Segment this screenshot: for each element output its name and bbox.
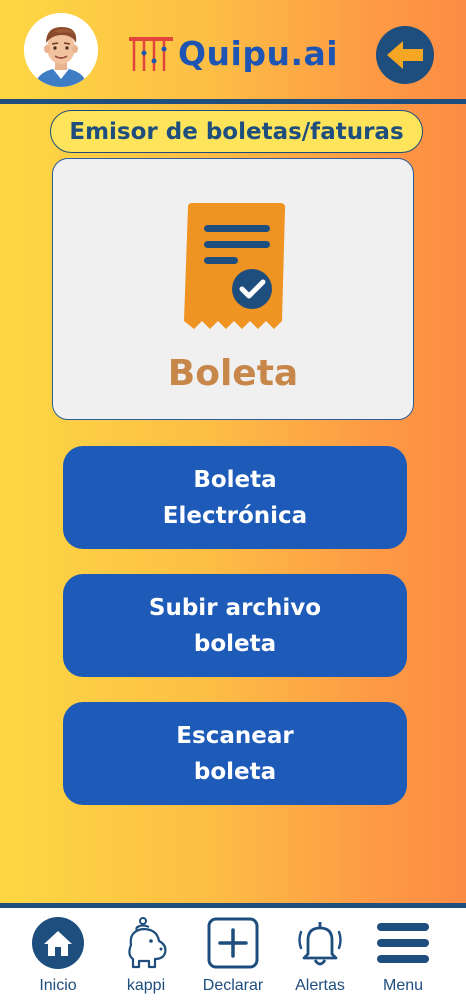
user-avatar-icon	[24, 13, 98, 87]
logo-text: Quipu.ai	[178, 33, 339, 73]
bell-icon	[298, 922, 342, 966]
nav-item-menu[interactable]: Menu	[358, 915, 448, 1001]
boleta-card[interactable]: Boleta	[52, 158, 414, 420]
receipt-check-icon	[184, 203, 286, 329]
nav-label-declarar: Declarar	[202, 977, 264, 994]
escanear-boleta-button[interactable]: Escanear boleta	[63, 702, 407, 805]
quipu-logo: Quipu.ai	[128, 30, 338, 76]
bottom-nav: Inicio kappi Declarar Alertas Menu	[0, 903, 466, 1008]
plus-square-icon	[207, 917, 259, 969]
nav-item-inicio[interactable]: Inicio	[13, 915, 103, 1001]
nav-divider	[0, 903, 466, 908]
home-icon	[32, 917, 84, 969]
hamburger-menu-icon	[377, 923, 429, 963]
section-title: Emisor de boletas/faturas	[50, 110, 423, 153]
nav-item-alertas[interactable]: Alertas	[275, 915, 365, 1001]
nav-item-kappi[interactable]: kappi	[101, 915, 191, 1001]
avatar[interactable]	[24, 13, 98, 87]
subir-archivo-boleta-button[interactable]: Subir archivo boleta	[63, 574, 407, 677]
header-divider	[0, 99, 466, 104]
nav-item-declarar[interactable]: Declarar	[188, 915, 278, 1001]
quipu-logo-icon	[129, 37, 173, 71]
boleta-electronica-button[interactable]: Boleta Electrónica	[63, 446, 407, 549]
arrow-left-icon	[387, 41, 423, 69]
nav-label-alertas: Alertas	[295, 977, 345, 994]
back-button[interactable]	[376, 26, 434, 84]
nav-label-menu: Menu	[382, 977, 424, 994]
card-label: Boleta	[167, 353, 299, 394]
capybara-icon	[128, 917, 167, 969]
nav-label-kappi: kappi	[126, 977, 166, 994]
nav-label-inicio: Inicio	[39, 977, 77, 994]
app-header: Quipu.ai	[0, 0, 466, 100]
